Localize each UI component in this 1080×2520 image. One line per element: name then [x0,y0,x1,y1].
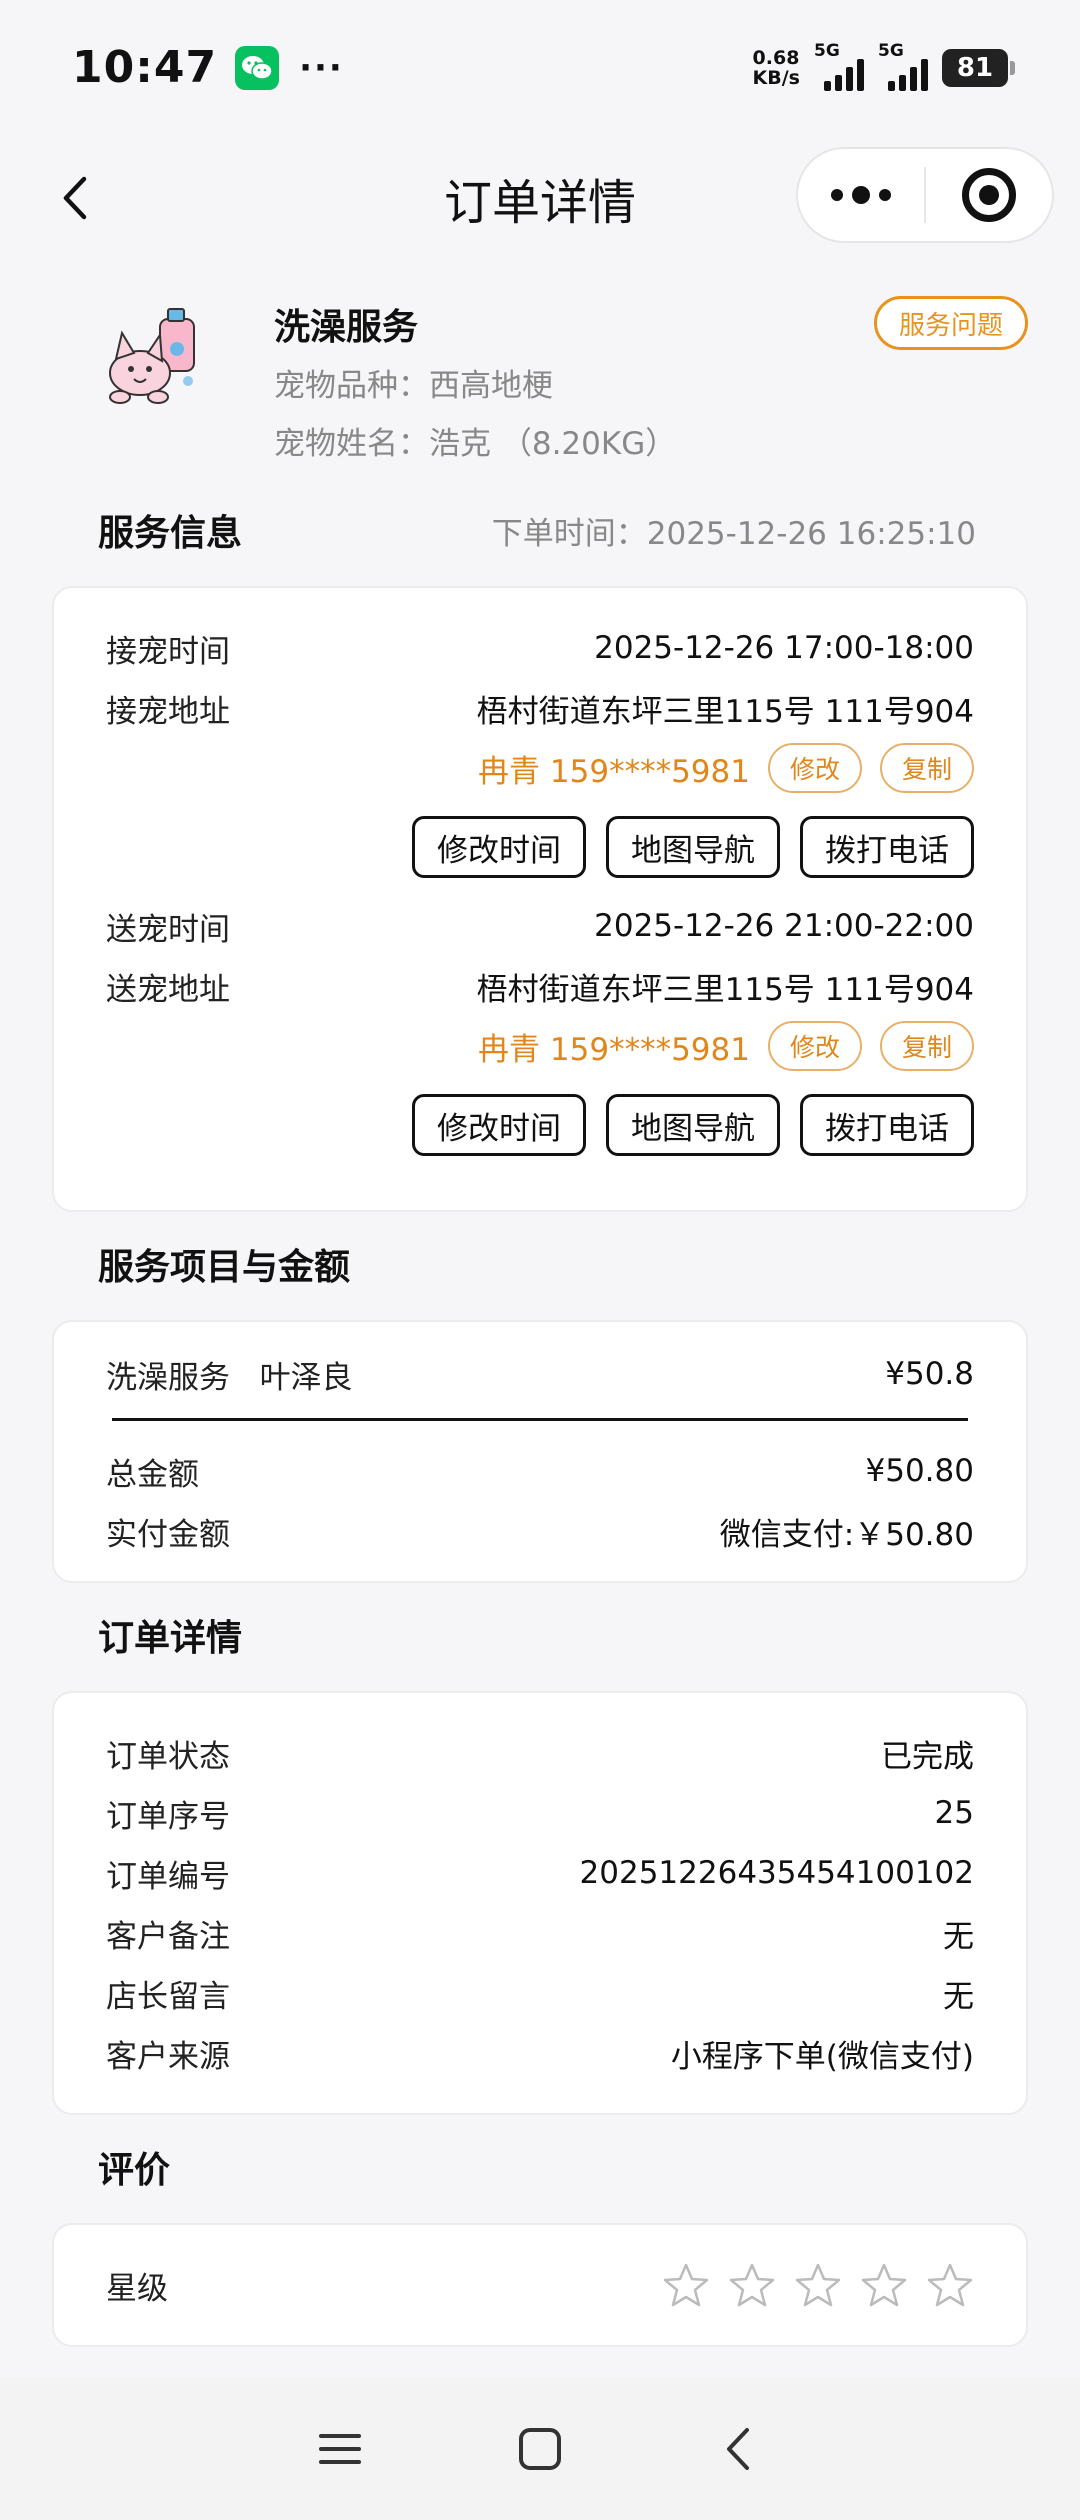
dropoff-map-button[interactable]: 地图导航 [606,1094,780,1156]
dropoff-time-row: 送宠时间 2025-12-26 21:00-22:00 [106,908,974,948]
rating-stars [662,2261,974,2309]
review-title: 评价 [98,2150,171,2191]
dropoff-copy-button[interactable]: 复制 [879,1021,974,1071]
more-notifications-icon: ··· [299,47,344,88]
order-details-title: 订单详情 [98,1618,243,1659]
amount-section-title: 服务项目与金额 [98,1247,351,1288]
pickup-address-row: 接宠地址 梧村街道东坪三里115号 111号904 [106,693,974,730]
signal-sim1-icon: 5G [814,41,864,91]
status-bar: 10:47 ··· 0.68 KB/s 5G 5G 81 [0,0,1080,135]
pickup-edit-button[interactable]: 修改 [767,743,862,793]
system-nav-bar [0,2378,1080,2520]
back-arrow-icon[interactable] [52,173,102,223]
dropoff-address-row: 送宠地址 梧村街道东坪三里115号 111号904 [106,971,974,1008]
more-options-button[interactable] [798,186,924,204]
service-issue-button[interactable]: 服务问题 [873,296,1028,350]
total-amount-row: 总金额 ¥50.80 [106,1453,974,1493]
mini-program-capsule [796,147,1054,243]
page-title: 订单详情 [443,174,636,231]
nav-bar: 订单详情 [0,135,1080,260]
star-icon[interactable] [728,2261,776,2309]
order-status-row: 订单状态 已完成 [106,1738,974,1775]
close-mini-program-button[interactable] [926,168,1052,222]
dropoff-edit-button[interactable]: 修改 [767,1021,862,1071]
service-info-card: 接宠时间 2025-12-26 17:00-18:00 接宠地址 梧村街道东坪三… [52,586,1028,1212]
order-seq-row: 订单序号 25 [106,1795,974,1835]
service-info-title: 服务信息 下单时间：2025-12-26 16:25:10 [0,500,1080,560]
pickup-contact: 冉青 159****5981 修改 复制 [478,738,974,798]
pet-header: 洗澡服务 宠物品种：西高地梗 宠物姓名：浩克 （8.20KG） 服务问题 [0,280,1080,500]
rating-row: 星级 [106,2255,974,2315]
service-name: 洗澡服务 [274,307,419,348]
order-details-card: 订单状态 已完成 订单序号 25 订单编号 20251226435454100102 … [52,1691,1028,2115]
dropoff-contact: 冉青 159****5981 修改 复制 [478,1016,974,1076]
service-item-row: 洗澡服务 叶泽良 ¥50.8 [106,1356,974,1396]
manager-message-row: 店长留言无 [106,1978,974,2015]
home-icon[interactable] [515,2424,565,2474]
pickup-call-button[interactable]: 拨打电话 [800,816,974,878]
battery-icon: 81 [942,48,1015,87]
paid-amount-row: 实付金额 微信支付:￥50.80 [106,1516,974,1553]
customer-note-row: 客户备注无 [106,1918,974,1955]
amount-card: 洗澡服务 叶泽良 ¥50.8 总金额 ¥50.80 实付金额 微信支付:￥50.… [52,1320,1028,1583]
back-icon[interactable] [715,2424,765,2474]
customer-source-row: 客户来源 小程序下单(微信支付) [106,2038,974,2075]
status-time: 10:47 [72,42,218,93]
net-speed: 0.68 KB/s [752,46,800,89]
wechat-icon [235,45,280,90]
pickup-edit-time-button[interactable]: 修改时间 [412,816,586,878]
pickup-copy-button[interactable]: 复制 [879,743,974,793]
amount-divider [112,1418,968,1421]
pickup-map-button[interactable]: 地图导航 [606,816,780,878]
pet-name: 宠物姓名：浩克 （8.20KG） [274,426,677,462]
star-icon[interactable] [926,2261,974,2309]
signal-sim2-icon: 5G [878,41,928,91]
order-number-row: 订单编号 20251226435454100102 [106,1855,974,1895]
pickup-time-row: 接宠时间 2025-12-26 17:00-18:00 [106,630,974,670]
pet-bath-icon [109,308,195,404]
pet-breed: 宠物品种：西高地梗 [274,368,553,404]
star-icon[interactable] [794,2261,842,2309]
dropoff-call-button[interactable]: 拨打电话 [800,1094,974,1156]
menu-icon[interactable] [315,2424,365,2474]
star-icon[interactable] [860,2261,908,2309]
review-card: 星级 [52,2223,1028,2347]
order-time: 下单时间：2025-12-26 16:25:10 [491,515,976,552]
star-icon[interactable] [662,2261,710,2309]
dropoff-edit-time-button[interactable]: 修改时间 [412,1094,586,1156]
